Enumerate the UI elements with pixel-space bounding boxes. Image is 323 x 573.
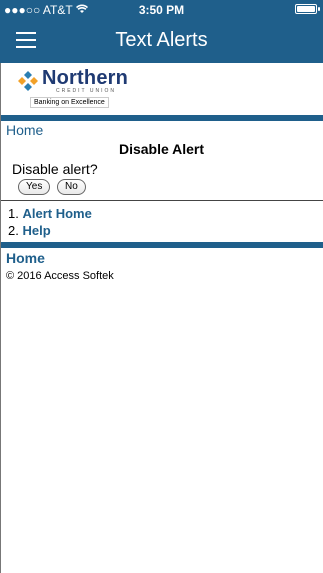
left-edge-border — [0, 63, 1, 573]
northern-logo: Northern CREDIT UNION Banking on Excelle… — [18, 67, 138, 115]
section-title: Disable Alert — [118, 141, 205, 157]
clock: 3:50 PM — [138, 3, 185, 17]
alert-home-link[interactable]: Alert Home — [22, 206, 91, 221]
logo-name: Northern — [42, 67, 129, 89]
home-link-bottom[interactable]: Home — [6, 250, 45, 266]
app-header: ●●●○○ AT&T 3:50 PM Text Alerts — [0, 0, 323, 63]
list-number: 1. — [8, 206, 19, 221]
list-item: 1. Alert Home — [8, 205, 92, 222]
list-item: 2. Help — [8, 222, 92, 239]
menu-list: 1. Alert Home 2. Help — [8, 205, 92, 239]
divider-line — [0, 200, 323, 201]
home-link-top[interactable]: Home — [6, 122, 43, 138]
logo-tagline: Banking on Excellence — [30, 97, 109, 108]
copyright-text: © 2016 Access Softek — [6, 270, 114, 282]
logo-diamond-icon — [18, 71, 38, 91]
battery-icon — [295, 4, 320, 14]
no-button[interactable]: No — [57, 179, 86, 195]
help-link[interactable]: Help — [22, 223, 50, 238]
status-bar: ●●●○○ AT&T 3:50 PM — [0, 0, 323, 20]
logo-subtitle: CREDIT UNION — [56, 88, 117, 94]
divider-top — [0, 115, 323, 121]
page-title: Text Alerts — [115, 29, 208, 51]
logo-area: Northern CREDIT UNION Banking on Excelle… — [0, 63, 323, 115]
list-number: 2. — [8, 223, 19, 238]
disable-question: Disable alert? — [12, 161, 98, 177]
divider-bottom — [0, 242, 323, 248]
nav-bar: Text Alerts — [0, 20, 323, 63]
yes-button[interactable]: Yes — [18, 179, 51, 195]
